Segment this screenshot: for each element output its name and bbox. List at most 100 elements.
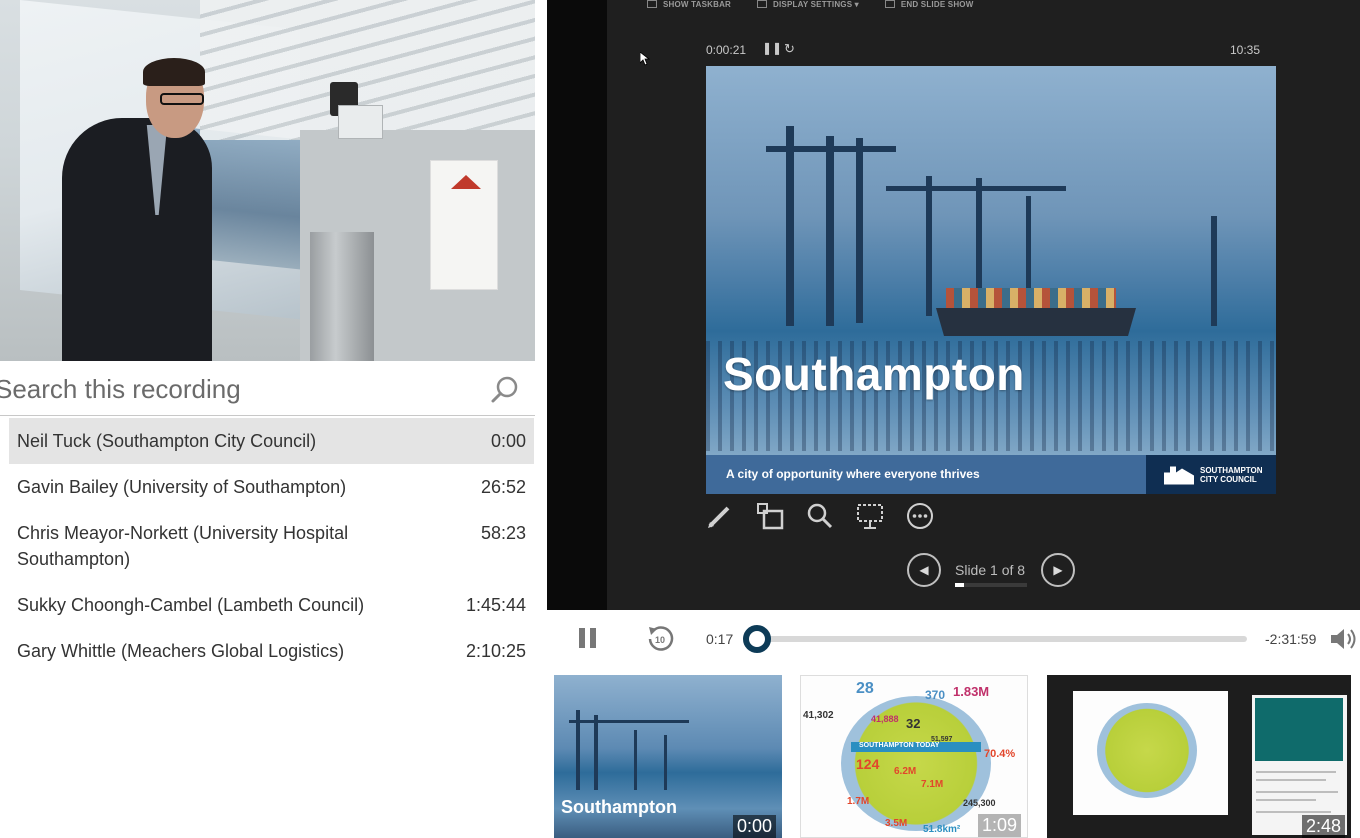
rewind-10-icon[interactable]: 10 — [646, 624, 674, 652]
crane-graphic — [786, 126, 794, 326]
slide-title: Southampton — [723, 348, 1025, 400]
slide-footer: A city of opportunity where everyone thr… — [706, 455, 1276, 494]
mini-slide — [1073, 691, 1228, 815]
presenter-hair — [143, 58, 205, 86]
infographic-stat: 124 — [856, 756, 880, 772]
infographic-stat: 28 — [856, 680, 874, 697]
slide-counter: Slide 1 of 8 — [955, 562, 1026, 578]
search-input[interactable] — [0, 371, 480, 407]
crane-graphic — [856, 138, 863, 323]
notes-line — [1256, 799, 1316, 801]
presenter-glasses — [160, 93, 204, 105]
search-icon[interactable] — [490, 375, 520, 405]
index-item-time: 26:52 — [480, 477, 526, 497]
index-list: Neil Tuck (Southampton City Council) 0:0… — [0, 418, 535, 674]
mini-infographic — [1097, 703, 1197, 798]
index-item[interactable]: Gavin Bailey (University of Southampton)… — [9, 464, 534, 510]
thumbnail[interactable]: 2:48 — [1047, 675, 1351, 838]
next-slide-button[interactable]: ▶ — [1041, 553, 1075, 587]
remaining-time: -2:31:59 — [1265, 631, 1317, 647]
infographic-stat: 1.7M — [847, 796, 870, 807]
crane-graphic — [664, 735, 667, 790]
council-crest-icon — [1164, 466, 1194, 485]
volume-icon[interactable] — [1329, 626, 1359, 652]
crane-graphic — [926, 176, 932, 316]
elapsed-timer: 0:00:21 — [706, 43, 747, 57]
index-item-title: Gary Whittle (Meachers Global Logistics) — [17, 641, 345, 661]
index-item-title: Gavin Bailey (University of Southampton) — [17, 477, 347, 497]
infographic-stat: 32 — [906, 716, 921, 731]
index-item-title: Sukky Choongh-Cambel (Lambeth Council) — [17, 595, 365, 615]
playback-controls: 10 0:17 -2:31:59 — [547, 612, 1360, 664]
svg-text:10: 10 — [655, 635, 665, 645]
lecture-player: Neil Tuck (Southampton City Council) 0:0… — [0, 0, 1360, 838]
infographic-stat: 370 — [925, 688, 946, 702]
infographic-stat: 41,302 — [803, 710, 834, 721]
air-conditioner — [338, 105, 383, 139]
presenter-view[interactable]: SHOW TASKBAR DISPLAY SETTINGS ▾ END SLID… — [547, 0, 1360, 610]
crane-graphic — [634, 730, 637, 790]
infographic-stat: 1.83M — [953, 684, 990, 699]
timer-restart-icon[interactable]: ↻ — [784, 41, 795, 57]
pull-up-banner — [430, 160, 498, 290]
index-item-time: 1:45:44 — [465, 595, 526, 615]
index-item-time: 0:00 — [490, 431, 526, 451]
mouse-cursor-icon — [640, 52, 650, 66]
thumbnail-time: 1:09 — [977, 814, 1021, 837]
podium — [310, 232, 374, 361]
notes-card — [1255, 698, 1343, 761]
end-show-icon — [884, 0, 895, 8]
infographic-stat: 3.5M — [885, 818, 908, 829]
notes-line — [1256, 779, 1326, 781]
index-item[interactable]: Gary Whittle (Meachers Global Logistics)… — [9, 628, 534, 674]
previous-slide-button[interactable]: ◀ — [907, 553, 941, 587]
council-line-2: CITY COUNCIL — [1200, 474, 1257, 484]
presenter-figure — [62, 118, 212, 361]
current-time: 0:17 — [706, 631, 734, 647]
more-icon[interactable] — [906, 502, 934, 530]
thumbnail[interactable]: SOUTHAMPTON TODAY 28 370 1.83M 41,302 41… — [800, 675, 1028, 838]
council-line-1: SOUTHAMPTON — [1200, 465, 1263, 475]
infographic-stat: 51,597 — [931, 736, 953, 743]
index-item[interactable]: Neil Tuck (Southampton City Council) 0:0… — [9, 418, 534, 464]
seek-thumb[interactable] — [743, 625, 771, 653]
pause-button[interactable] — [579, 628, 599, 648]
index-item-title: Chris Meayor-Norkett (University Hospita… — [17, 523, 349, 569]
index-item-title: Neil Tuck (Southampton City Council) — [17, 431, 317, 451]
show-taskbar-button[interactable]: SHOW TASKBAR — [647, 0, 731, 12]
infographic-band-label: SOUTHAMPTON TODAY — [859, 742, 940, 749]
timer-pause-icon[interactable]: ❚❚ — [762, 41, 782, 55]
taskbar-icon — [647, 0, 657, 8]
container-stack — [946, 288, 1116, 308]
index-item[interactable]: Sukky Choongh-Cambel (Lambeth Council) 1… — [9, 582, 534, 628]
end-slide-show-button[interactable]: END SLIDE SHOW — [884, 0, 974, 12]
slide-navigation: ◀ Slide 1 of 8 ▶ — [907, 553, 1107, 589]
crane-graphic — [1211, 216, 1217, 326]
search-bar — [0, 361, 535, 416]
presenter-tools — [706, 502, 934, 530]
crane-graphic — [826, 136, 834, 326]
infographic-stat: 51.8km² — [923, 824, 961, 835]
pen-icon[interactable] — [706, 502, 734, 530]
index-item-time: 2:10:25 — [465, 641, 526, 661]
infographic-stat: 6.2M — [894, 766, 917, 777]
crane-graphic — [569, 720, 689, 723]
crane-graphic — [594, 715, 598, 790]
slide-progress-bar — [955, 583, 1027, 587]
notes-line — [1256, 771, 1336, 773]
speaker-video[interactable] — [0, 0, 535, 361]
zoom-icon[interactable] — [806, 502, 834, 530]
seek-bar[interactable] — [743, 625, 1247, 653]
index-item[interactable]: Chris Meayor-Norkett (University Hospita… — [9, 510, 534, 582]
thumbnail-title: Southampton — [561, 797, 677, 817]
slides-grid-icon[interactable] — [756, 502, 784, 530]
slide-progress-fill — [955, 583, 964, 587]
thumbnail-time: 2:48 — [1301, 815, 1345, 838]
clock: 10:35 — [1230, 43, 1261, 57]
thumbnail-time: 0:00 — [732, 815, 776, 838]
screen-icon[interactable] — [856, 502, 884, 530]
display-settings-button[interactable]: DISPLAY SETTINGS ▾ — [757, 0, 859, 12]
thumbnail[interactable]: Southampton 0:00 — [554, 675, 782, 838]
notes-line — [1256, 791, 1338, 793]
infographic-stat: 7.1M — [921, 779, 944, 790]
